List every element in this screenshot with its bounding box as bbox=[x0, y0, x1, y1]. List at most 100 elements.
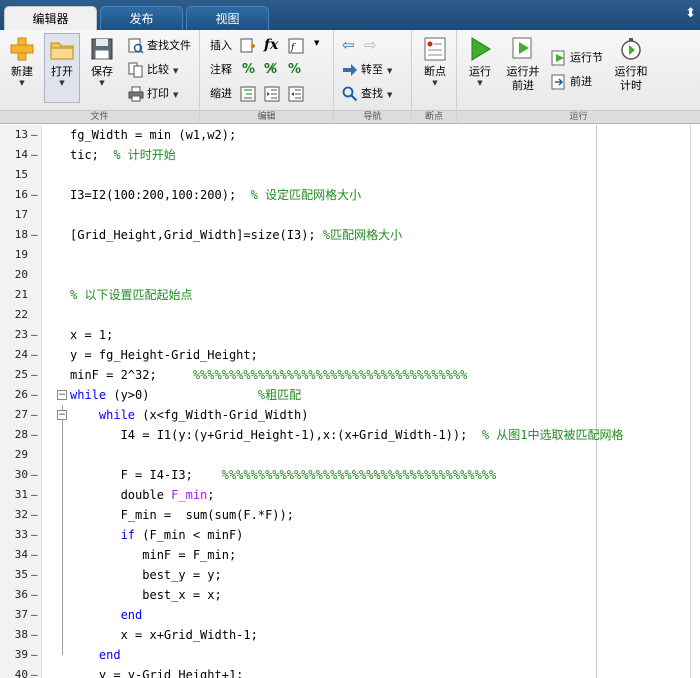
tab-publish[interactable]: 发布 bbox=[100, 6, 183, 30]
code-text[interactable]: best_y = y; bbox=[70, 565, 221, 585]
code-line[interactable]: 30– F = I4-I3; %%%%%%%%%%%%%%%%%%%%%%%%%… bbox=[0, 465, 690, 485]
goto-button[interactable]: 转至 ▼ bbox=[342, 60, 392, 80]
code-text[interactable]: F_min = sum(sum(F.*F)); bbox=[70, 505, 294, 525]
code-line[interactable]: 29 bbox=[0, 445, 690, 465]
fold-toggle-icon[interactable]: − bbox=[57, 390, 67, 400]
breakpoint-marker[interactable]: – bbox=[31, 605, 39, 625]
code-line[interactable]: 21 % 以下设置匹配起始点 bbox=[0, 285, 690, 305]
code-line[interactable]: 39– end bbox=[0, 645, 690, 665]
breakpoint-marker[interactable]: – bbox=[31, 125, 39, 145]
breakpoint-marker[interactable]: – bbox=[31, 405, 39, 425]
code-text[interactable]: y = y-Grid_Height+1; bbox=[70, 665, 244, 678]
breakpoint-marker[interactable]: – bbox=[31, 645, 39, 665]
code-line[interactable]: 20 bbox=[0, 265, 690, 285]
code-text[interactable]: minF = F_min; bbox=[70, 545, 236, 565]
code-text[interactable]: F = I4-I3; %%%%%%%%%%%%%%%%%%%%%%%%%%%%%… bbox=[70, 465, 497, 485]
breakpoint-marker[interactable]: – bbox=[31, 365, 39, 385]
code-line[interactable]: 40– y = y-Grid_Height+1; bbox=[0, 665, 690, 678]
code-text[interactable]: while (x<fg_Width-Grid_Width) bbox=[70, 405, 309, 425]
forward-arrow-icon[interactable]: ⇨ bbox=[364, 36, 377, 54]
code-line[interactable]: 37– end bbox=[0, 605, 690, 625]
breakpoint-marker[interactable]: – bbox=[31, 545, 39, 565]
code-line[interactable]: 36– best_x = x; bbox=[0, 585, 690, 605]
code-text[interactable]: end bbox=[70, 605, 143, 625]
breakpoint-marker[interactable]: – bbox=[31, 665, 39, 678]
breakpoint-marker[interactable]: – bbox=[31, 385, 39, 405]
find-button[interactable]: 查找 ▼ bbox=[342, 84, 392, 104]
code-line[interactable]: 25– minF = 2^32; %%%%%%%%%%%%%%%%%%%%%%%%… bbox=[0, 365, 690, 385]
code-text[interactable]: tic; % 计时开始 bbox=[70, 145, 176, 165]
code-text[interactable]: if (F_min < minF) bbox=[70, 525, 244, 545]
code-text[interactable]: x = 1; bbox=[70, 325, 113, 345]
code-text[interactable]: end bbox=[70, 645, 121, 665]
code-line[interactable]: 34– minF = F_min; bbox=[0, 545, 690, 565]
save-button[interactable]: 保存 ▼ bbox=[84, 34, 120, 88]
code-line[interactable]: 26– − while (y>0) %粗匹配 bbox=[0, 385, 690, 405]
insert-button[interactable]: 插入 bbox=[210, 36, 232, 56]
code-text[interactable]: [Grid_Height,Grid_Width]=size(I3); %匹配网格… bbox=[70, 225, 402, 245]
breakpoint-marker[interactable]: – bbox=[31, 585, 39, 605]
code-text[interactable]: while (y>0) %粗匹配 bbox=[70, 385, 301, 405]
compare-button[interactable]: 比较 ▼ bbox=[128, 60, 178, 80]
breakpoint-marker[interactable]: – bbox=[31, 345, 39, 365]
code-line[interactable]: 24– y = fg_Height-Grid_Height; bbox=[0, 345, 690, 365]
code-text[interactable]: y = fg_Height-Grid_Height; bbox=[70, 345, 258, 365]
smart-indent-icon[interactable] bbox=[240, 86, 256, 102]
increase-indent-icon[interactable] bbox=[264, 86, 280, 102]
fold-toggle-icon[interactable]: − bbox=[57, 410, 67, 420]
code-text[interactable]: minF = 2^32; %%%%%%%%%%%%%%%%%%%%%%%%%%%… bbox=[70, 365, 467, 385]
fx-icon[interactable]: fx bbox=[264, 37, 278, 53]
code-line[interactable]: 16– I3=I2(100:200,100:200); % 设定匹配网格大小 bbox=[0, 185, 690, 205]
wrap-comment-icon[interactable]: % bbox=[288, 62, 301, 77]
code-line[interactable]: 22 bbox=[0, 305, 690, 325]
code-text[interactable]: I3=I2(100:200,100:200); % 设定匹配网格大小 bbox=[70, 185, 361, 205]
breakpoint-marker[interactable]: – bbox=[31, 485, 39, 505]
tab-editor[interactable]: 编辑器 bbox=[4, 6, 97, 30]
breakpoint-marker[interactable]: – bbox=[31, 505, 39, 525]
code-line[interactable]: 33– if (F_min < minF) bbox=[0, 525, 690, 545]
indent-button[interactable]: 缩进 bbox=[210, 84, 232, 104]
advance-button[interactable]: 前进 bbox=[551, 72, 592, 92]
code-text[interactable]: I4 = I1(y:(y+Grid_Height-1),x:(x+Grid_Wi… bbox=[70, 425, 624, 445]
comment-button[interactable]: 注释 bbox=[210, 60, 232, 80]
breakpoint-marker[interactable]: – bbox=[31, 425, 39, 445]
breakpoint-marker[interactable]: – bbox=[31, 625, 39, 645]
breakpoint-marker[interactable]: – bbox=[31, 565, 39, 585]
code-text[interactable]: x = x+Grid_Width-1; bbox=[70, 625, 258, 645]
tab-view[interactable]: 视图 bbox=[186, 6, 269, 30]
run-section-button[interactable]: 运行节 bbox=[551, 48, 603, 68]
code-line[interactable]: 28– I4 = I1(y:(y+Grid_Height-1),x:(x+Gri… bbox=[0, 425, 690, 445]
print-button[interactable]: 打印 ▼ bbox=[128, 84, 178, 104]
comment-percent-icon[interactable]: % bbox=[242, 62, 255, 77]
pin-icon[interactable]: ⬍ bbox=[685, 6, 696, 21]
breakpoint-marker[interactable]: – bbox=[31, 145, 39, 165]
new-button[interactable]: 新建 ▼ bbox=[4, 34, 40, 88]
breakpoint-marker[interactable]: – bbox=[31, 465, 39, 485]
uncomment-icon[interactable]: %̸ bbox=[264, 62, 277, 77]
insert-section-icon[interactable] bbox=[240, 38, 256, 54]
run-button[interactable]: 运行 ▼ bbox=[463, 34, 497, 88]
code-line[interactable]: 31– double F_min; bbox=[0, 485, 690, 505]
code-text[interactable]: % 以下设置匹配起始点 bbox=[70, 285, 192, 305]
run-and-advance-button[interactable]: 运行并 前进 bbox=[501, 34, 545, 93]
code-editor[interactable]: 13– fg_Width = min (w1,w2); 14– tic; % 计时开始… bbox=[0, 125, 700, 678]
code-line[interactable]: 13– fg_Width = min (w1,w2); bbox=[0, 125, 690, 145]
insert-function-icon[interactable]: f bbox=[288, 38, 304, 54]
decrease-indent-icon[interactable] bbox=[288, 86, 304, 102]
code-line[interactable]: 32– F_min = sum(sum(F.*F)); bbox=[0, 505, 690, 525]
code-text[interactable]: best_x = x; bbox=[70, 585, 221, 605]
code-line[interactable]: 35– best_y = y; bbox=[0, 565, 690, 585]
code-line[interactable]: 18– [Grid_Height,Grid_Width]=size(I3); %匹… bbox=[0, 225, 690, 245]
code-line[interactable]: 14– tic; % 计时开始 bbox=[0, 145, 690, 165]
chevron-down-icon[interactable]: ▼ bbox=[314, 39, 319, 47]
breakpoint-marker[interactable]: – bbox=[31, 185, 39, 205]
breakpoint-marker[interactable]: – bbox=[31, 325, 39, 345]
find-files-button[interactable]: 查找文件 bbox=[128, 36, 191, 56]
code-line[interactable]: 38– x = x+Grid_Width-1; bbox=[0, 625, 690, 645]
open-button[interactable]: 打开 ▼ bbox=[44, 33, 80, 103]
code-line[interactable]: 23– x = 1; bbox=[0, 325, 690, 345]
run-and-time-button[interactable]: 运行和 计时 bbox=[609, 34, 653, 93]
code-text[interactable]: fg_Width = min (w1,w2); bbox=[70, 125, 236, 145]
code-line[interactable]: 19 bbox=[0, 245, 690, 265]
breakpoint-marker[interactable]: – bbox=[31, 225, 39, 245]
